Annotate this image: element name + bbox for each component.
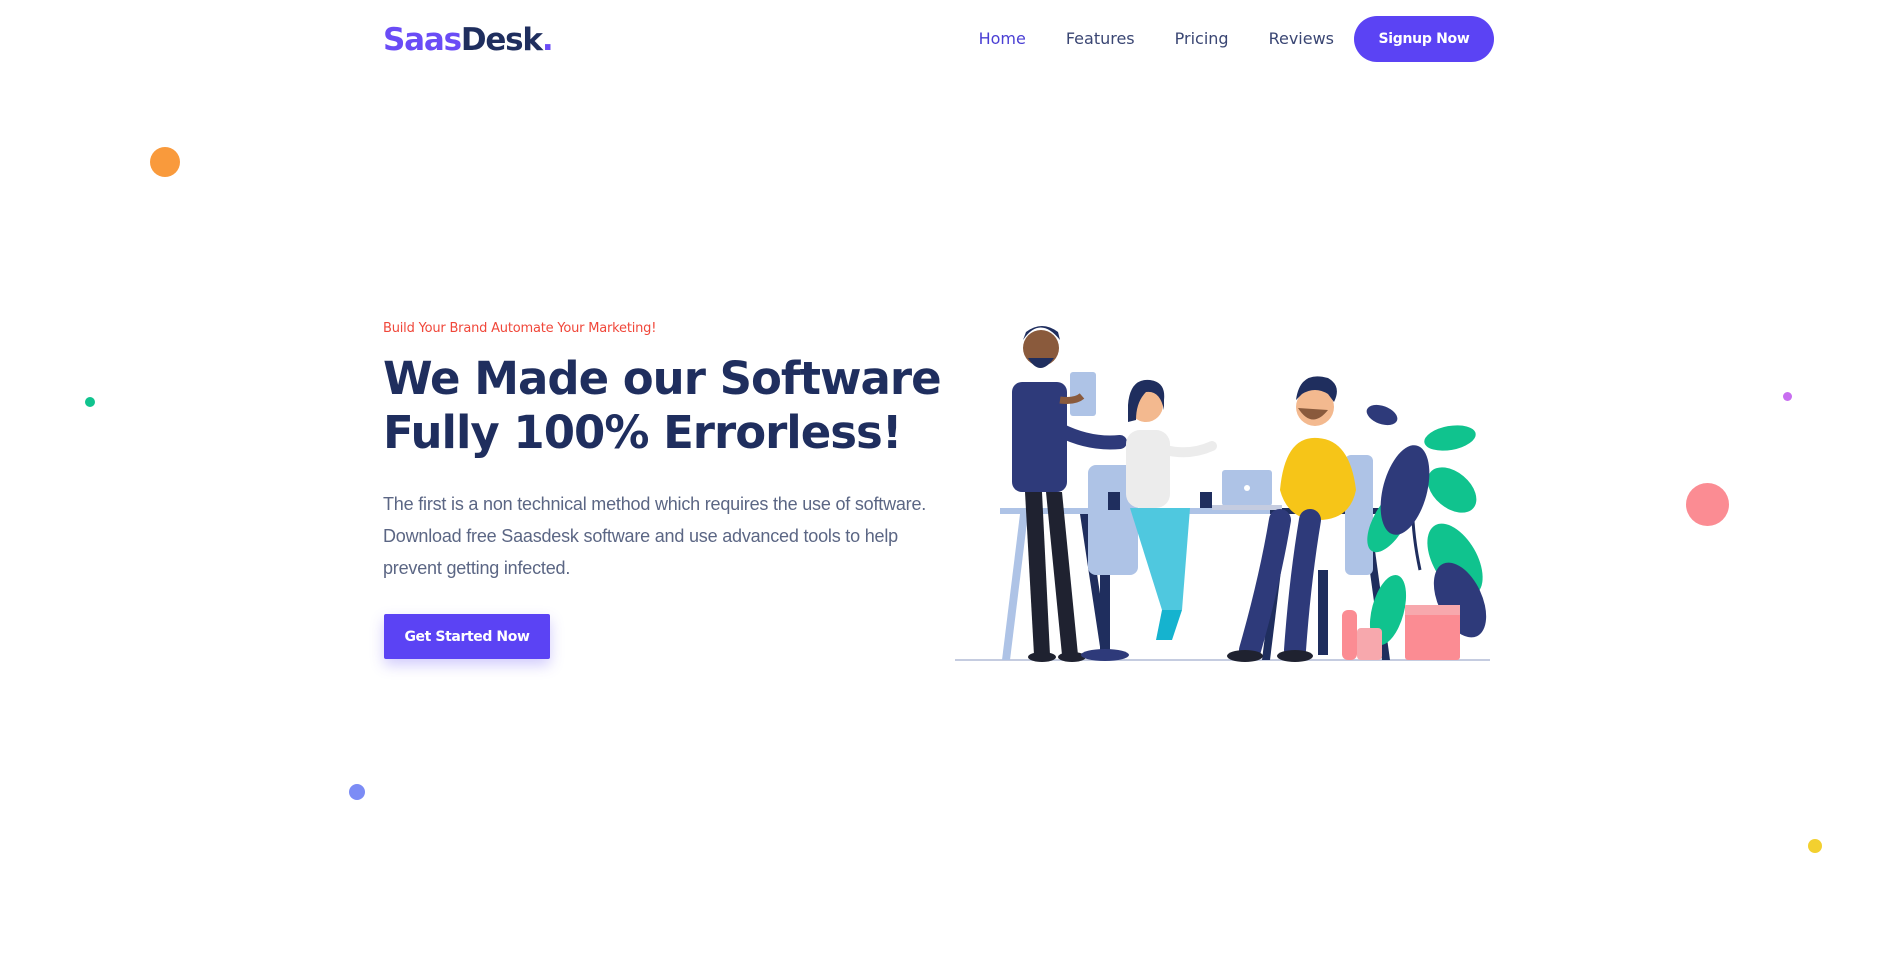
landing-page: SaasDesk. Home Features Pricing Reviews … bbox=[0, 0, 1877, 979]
logo-dot: . bbox=[541, 22, 554, 58]
brand-logo[interactable]: SaasDesk. bbox=[383, 22, 554, 58]
get-started-button[interactable]: Get Started Now bbox=[384, 614, 550, 659]
decor-dot-pink bbox=[1686, 483, 1729, 526]
laptop-icon bbox=[1212, 470, 1282, 510]
decor-dot-yellow bbox=[1808, 839, 1822, 853]
hero-title-line1: We Made our Software bbox=[383, 352, 942, 405]
logo-text-saas: Saas bbox=[383, 22, 462, 58]
desk-leg bbox=[1002, 514, 1028, 660]
nav-item-features[interactable]: Features bbox=[1066, 16, 1135, 62]
decor-dot-purple bbox=[1783, 392, 1792, 401]
nav-item-pricing[interactable]: Pricing bbox=[1175, 16, 1229, 62]
main-nav: Home Features Pricing Reviews Signup Now bbox=[979, 16, 1494, 62]
cup-icon bbox=[1200, 492, 1212, 508]
seated-woman bbox=[1081, 379, 1217, 661]
team-office-svg bbox=[955, 326, 1490, 662]
site-header: SaasDesk. Home Features Pricing Reviews … bbox=[0, 0, 1877, 80]
team-office-illustration bbox=[950, 310, 1495, 665]
nav-item-home[interactable]: Home bbox=[979, 16, 1026, 62]
logo-text-desk: Desk bbox=[460, 22, 543, 58]
hero-eyebrow: Build Your Brand Automate Your Marketing… bbox=[383, 321, 657, 336]
hero-title: We Made our Software Fully 100% Errorles… bbox=[383, 352, 943, 460]
nav-item-reviews[interactable]: Reviews bbox=[1269, 16, 1334, 62]
decor-dot-blue bbox=[349, 784, 365, 800]
decor-dot-green bbox=[85, 397, 95, 407]
decor-dot-orange bbox=[150, 147, 180, 177]
signup-button[interactable]: Signup Now bbox=[1354, 16, 1494, 62]
hero-description: The first is a non technical method whic… bbox=[383, 494, 927, 578]
hero-title-line2: Fully 100% Errorless! bbox=[383, 406, 902, 459]
